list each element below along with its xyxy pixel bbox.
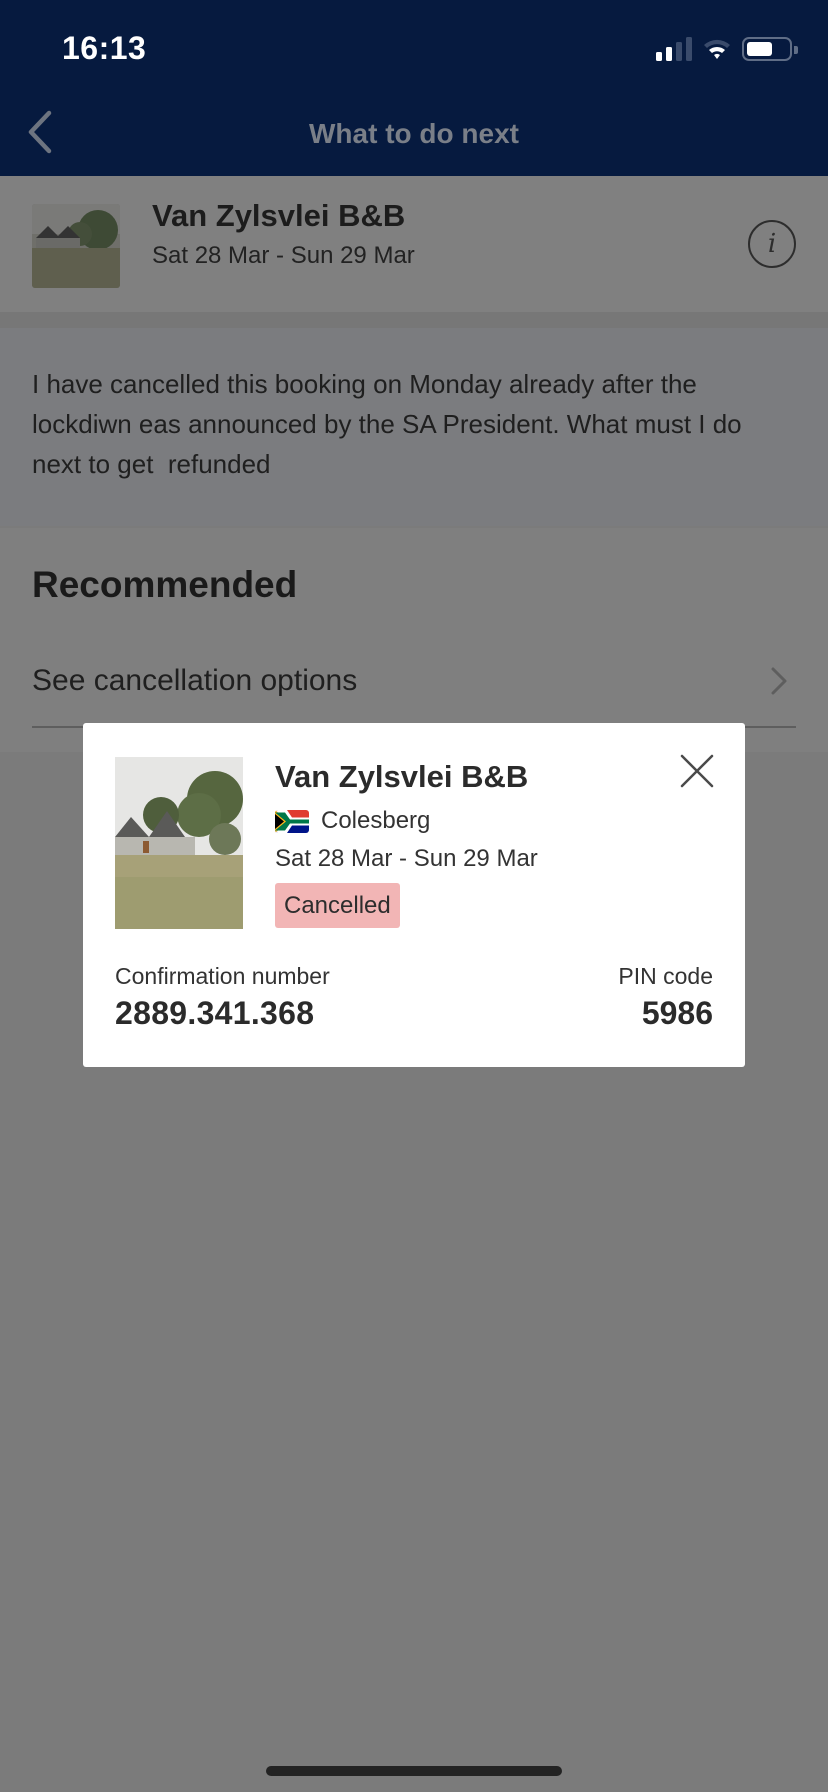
page-title: What to do next	[309, 118, 519, 149]
confirmation-number-value: 2889.341.368	[115, 995, 315, 1031]
status-badge: Cancelled	[275, 883, 400, 928]
booking-summary[interactable]: Van Zylsvlei B&B Sat 28 Mar - Sun 29 Mar…	[0, 176, 828, 312]
pin-code-value: 5986	[641, 995, 713, 1031]
booking-dates: Sat 28 Mar - Sun 29 Mar	[152, 242, 415, 269]
popup-city: Colesberg	[321, 807, 431, 834]
popup-dates: Sat 28 Mar - Sun 29 Mar	[275, 845, 538, 872]
recommended-section: Recommended See cancellation options	[0, 528, 828, 752]
info-icon: i	[767, 229, 777, 259]
divider	[0, 312, 828, 328]
wifi-icon	[704, 39, 730, 59]
battery-icon	[742, 37, 798, 61]
property-thumbnail	[32, 204, 120, 288]
popup-location: Colesberg	[275, 807, 430, 835]
top-bar: 16:13 What to do next	[0, 0, 828, 176]
property-photo	[115, 757, 243, 929]
close-icon[interactable]	[679, 753, 715, 789]
recommended-item-label: See cancellation options	[32, 664, 358, 697]
popup-property-name: Van Zylsvlei B&B	[275, 759, 529, 794]
see-cancellation-options-item[interactable]: See cancellation options	[32, 656, 796, 728]
signal-icon	[656, 37, 692, 61]
info-button[interactable]: i	[748, 220, 796, 268]
south-africa-flag-icon	[275, 809, 309, 833]
pin-code-label: PIN code	[618, 963, 713, 989]
confirmation-number-label: Confirmation number	[115, 963, 330, 989]
chevron-right-icon	[771, 667, 787, 695]
booking-popup-card: Van Zylsvlei B&B Colesberg Sat 28 Mar - …	[83, 723, 745, 1067]
status-time: 16:13	[62, 30, 147, 66]
recommended-title: Recommended	[32, 564, 298, 605]
home-indicator[interactable]	[266, 1766, 562, 1776]
message-text: I have cancelled this booking on Monday …	[32, 369, 749, 479]
booking-name: Van Zylsvlei B&B	[152, 198, 406, 233]
status-icons	[656, 36, 798, 62]
message-area: I have cancelled this booking on Monday …	[0, 328, 828, 526]
